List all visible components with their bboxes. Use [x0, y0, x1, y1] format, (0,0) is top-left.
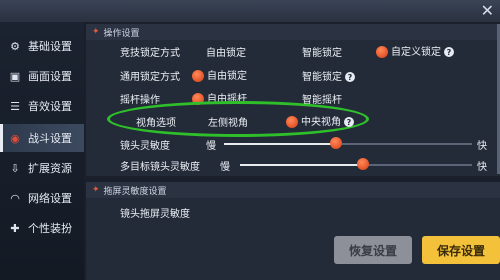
wifi-icon: ◠ [10, 191, 20, 205]
sidebar-item-resources[interactable]: ⇩ 扩展资源 [0, 154, 84, 182]
section-header: ✦ 操作设置 [86, 24, 500, 40]
help-icon[interactable]: ? [444, 47, 454, 57]
help-icon[interactable]: ? [344, 117, 354, 127]
row-label-general-lock: 通用锁定方式 [120, 72, 180, 83]
row-label-joystick: 摇杆操作 [120, 95, 160, 106]
option-free-lock[interactable]: 自由锁定 [206, 44, 246, 59]
option-label: 自定义锁定 [391, 47, 441, 58]
slider-min-label: 慢 [220, 162, 230, 173]
section-title: 拖屏灵敏度设置 [103, 186, 167, 197]
option-smart-lock[interactable]: 智能锁定 [302, 44, 342, 59]
option-label: 智能锁定 [302, 72, 342, 83]
radio-selected-icon [376, 46, 388, 58]
section-header: ✦ 拖屏灵敏度设置 [86, 182, 500, 198]
drag-sensitivity-panel: ✦ 拖屏灵敏度设置 [86, 182, 500, 280]
sidebar-item-label: 音效设置 [28, 100, 72, 113]
sensitivity-slider-knob[interactable] [329, 137, 342, 149]
image-icon: ▣ [9, 69, 21, 83]
row-label-sensitivity: 镜头灵敏度 [120, 141, 170, 152]
slider-min-label: 慢 [206, 141, 216, 152]
option-center-view[interactable]: 中央视角? [286, 113, 354, 128]
option-left-view[interactable]: 左侧视角 [208, 114, 248, 129]
sidebar-item-combat[interactable]: ◉ 战斗设置 [0, 124, 84, 152]
radio-selected-icon [192, 70, 204, 82]
option-label: 中央视角 [301, 117, 341, 128]
sidebar: ⚙ 基础设置 ▣ 画面设置 ☰ 音效设置 ◉ 战斗设置 ⇩ 扩展资源 ◠ 网络设… [0, 22, 84, 280]
slider-max-label: 快 [477, 162, 487, 173]
sidebar-item-costume[interactable]: ✚ 个性装扮 [0, 214, 84, 242]
star-icon: ✦ [92, 27, 100, 37]
sidebar-item-label: 基础设置 [28, 40, 72, 53]
sidebar-item-label: 画面设置 [28, 70, 72, 83]
radio-selected-icon [286, 116, 298, 128]
sidebar-item-network[interactable]: ◠ 网络设置 [0, 184, 84, 212]
gamepad-icon: ✚ [10, 221, 20, 235]
sidebar-item-label: 网络设置 [28, 192, 72, 205]
sidebar-item-label: 战斗设置 [28, 132, 72, 145]
sensitivity-slider-fill [224, 143, 336, 145]
option-general-free-lock[interactable]: 自由锁定 [192, 67, 247, 82]
sidebar-item-label: 个性装扮 [28, 222, 72, 235]
help-icon[interactable]: ? [345, 72, 355, 82]
star-icon: ✦ [92, 185, 100, 195]
combat-icon: ◉ [10, 131, 20, 145]
slider-max-label: 快 [477, 141, 487, 152]
row-label-drag-sensitivity: 镜头拖屏灵敏度 [120, 209, 190, 220]
section-title: 操作设置 [103, 28, 140, 39]
sidebar-item-audio[interactable]: ☰ 音效设置 [0, 92, 84, 120]
top-bar: ✕ [0, 0, 500, 22]
save-button[interactable]: 保存设置 [422, 236, 500, 264]
multi-sensitivity-slider-fill [240, 164, 363, 166]
gear-icon: ⚙ [10, 39, 20, 53]
row-label-multi-sensitivity: 多目标镜头灵敏度 [120, 162, 200, 173]
row-label-view: 视角选项 [136, 118, 176, 129]
option-general-smart-lock[interactable]: 智能锁定? [302, 68, 355, 83]
sidebar-item-label: 扩展资源 [28, 162, 72, 175]
close-icon[interactable]: ✕ [481, 1, 494, 20]
sidebar-item-basic[interactable]: ⚙ 基础设置 [0, 32, 84, 60]
multi-sensitivity-slider-knob[interactable] [356, 158, 369, 170]
row-label-lock: 竞技锁定方式 [120, 48, 180, 59]
option-custom-lock[interactable]: 自定义锁定? [376, 43, 454, 58]
sliders-icon: ☰ [10, 99, 20, 113]
download-icon: ⇩ [10, 161, 20, 175]
reset-button[interactable]: 恢复设置 [334, 236, 412, 264]
option-label: 自由锁定 [207, 71, 247, 82]
sidebar-item-display[interactable]: ▣ 画面设置 [0, 62, 84, 90]
